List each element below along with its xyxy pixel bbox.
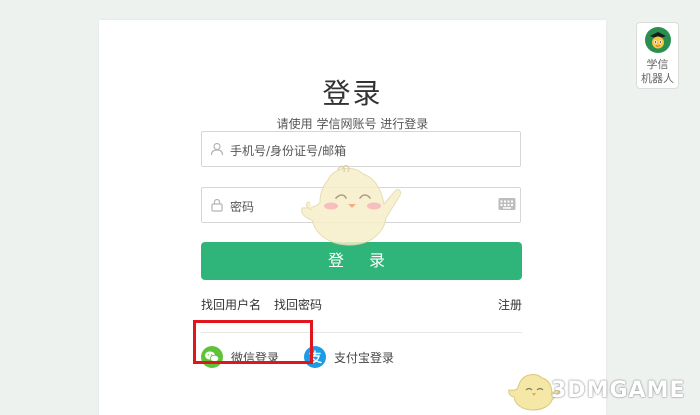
- page-title: 登录: [322, 77, 383, 110]
- robot-label-line2: 机器人: [641, 72, 674, 85]
- robot-label-line1: 学信: [646, 58, 669, 71]
- chick-mascot-icon: [301, 164, 401, 246]
- login-subtitle: 请使用 学信网账号 进行登录: [276, 117, 429, 131]
- register-link[interactable]: 注册: [498, 296, 522, 313]
- robot-avatar-icon: [645, 27, 671, 53]
- alipay-login-button[interactable]: 支付宝登录: [304, 345, 394, 369]
- watermark-text: 3DMGAME: [551, 378, 686, 403]
- user-icon: [210, 142, 224, 156]
- password-placeholder: 密码: [230, 200, 255, 214]
- keyboard-icon[interactable]: [498, 197, 516, 211]
- username-placeholder: 手机号/身份证号/邮箱: [230, 144, 347, 158]
- alipay-highlight-box: [193, 320, 313, 364]
- find-username-link[interactable]: 找回用户名: [201, 296, 261, 313]
- lock-icon: [211, 198, 223, 212]
- xuexin-robot-button[interactable]: 学信 机器人: [636, 22, 679, 89]
- alipay-login-label: 支付宝登录: [334, 350, 395, 365]
- find-password-link[interactable]: 找回密码: [274, 296, 322, 313]
